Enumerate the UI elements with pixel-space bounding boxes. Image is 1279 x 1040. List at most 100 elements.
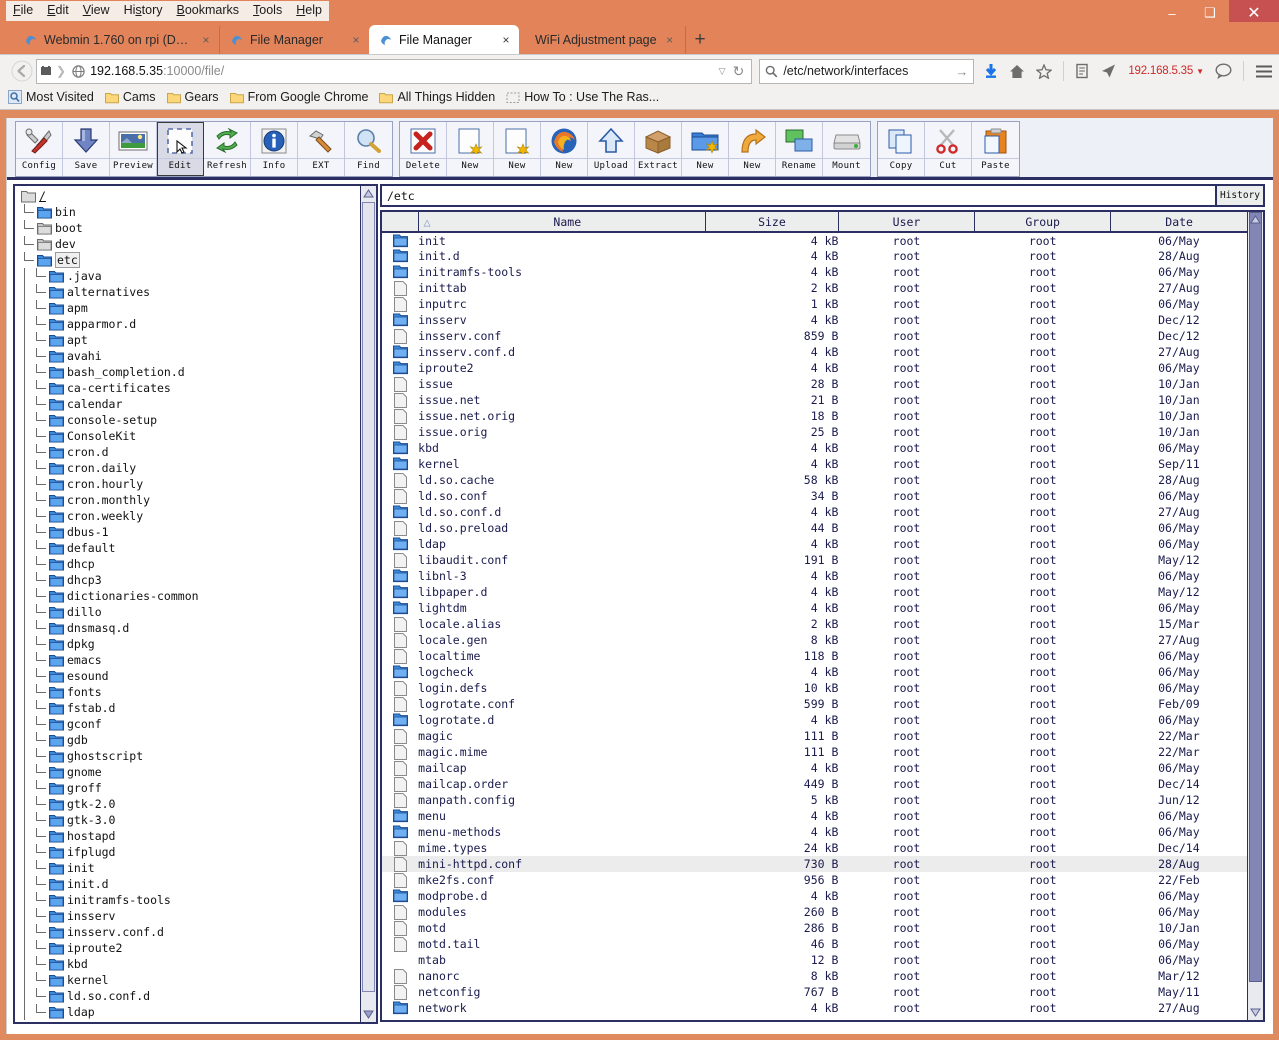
row-name-cell[interactable]: logcheck [418, 664, 705, 680]
table-row[interactable]: issue.net.orig 18 B root root 10/Jan [382, 408, 1247, 424]
row-name-cell[interactable]: manpath.config [418, 792, 705, 808]
table-row[interactable]: init.d 4 kB root root 28/Aug [382, 248, 1247, 264]
scroll-up-arrow-icon[interactable] [1248, 212, 1263, 227]
row-name-cell[interactable]: netconfig [418, 984, 705, 1000]
tree-node-dbus-1[interactable]: dbus-1 [19, 524, 360, 540]
row-name-cell[interactable]: mime.types [418, 840, 705, 856]
site-identity-icon[interactable] [39, 64, 53, 78]
tree-node-init[interactable]: init [19, 860, 360, 876]
row-name-cell[interactable]: inittab [418, 280, 705, 296]
table-row[interactable]: iproute2 4 kB root root 06/May [382, 360, 1247, 376]
row-name-cell[interactable]: logrotate.d [418, 712, 705, 728]
bookmark-gears[interactable]: Gears [166, 90, 219, 104]
rename-button[interactable]: Rename [776, 122, 823, 176]
table-row[interactable]: kbd 4 kB root root 06/May [382, 440, 1247, 456]
table-row[interactable]: localtime 118 B root root 06/May [382, 648, 1247, 664]
tree-node-bash-completion-d[interactable]: bash_completion.d [19, 364, 360, 380]
table-row[interactable]: mini-httpd.conf 730 B root root 28/Aug [382, 856, 1247, 872]
row-name-cell[interactable]: logrotate.conf [418, 696, 705, 712]
table-row[interactable]: ldap 4 kB root root 06/May [382, 536, 1247, 552]
file-list-vertical-scrollbar[interactable] [1247, 212, 1263, 1020]
new-folder-button[interactable]: New [682, 122, 729, 176]
table-row[interactable]: mke2fs.conf 956 B root root 22/Feb [382, 872, 1247, 888]
row-name-cell[interactable]: nanorc [418, 968, 705, 984]
ip-dropdown-caret-icon[interactable]: ▼ [1196, 67, 1204, 76]
row-name-cell[interactable]: localtime [418, 648, 705, 664]
table-row[interactable]: modprobe.d 4 kB root root 06/May [382, 888, 1247, 904]
tree-node-alternatives[interactable]: alternatives [19, 284, 360, 300]
menu-item-tools[interactable]: Tools [246, 1, 290, 21]
column-header-size[interactable]: Size [705, 212, 839, 233]
tree-node-gnome[interactable]: gnome [19, 764, 360, 780]
tree-scrollbar-thumb[interactable] [362, 202, 375, 992]
row-name-cell[interactable]: menu [418, 808, 705, 824]
row-name-cell[interactable]: mini-httpd.conf [418, 856, 705, 872]
tree-node-hostapd[interactable]: hostapd [19, 828, 360, 844]
row-name-cell[interactable]: magic.mime [418, 744, 705, 760]
tree-node-initramfs-tools[interactable]: initramfs-tools [19, 892, 360, 908]
table-row[interactable]: insserv 4 kB root root Dec/12 [382, 312, 1247, 328]
row-name-cell[interactable]: mailcap.order [418, 776, 705, 792]
table-row[interactable]: libaudit.conf 191 B root root May/12 [382, 552, 1247, 568]
tree-node-root[interactable]: / [19, 188, 360, 204]
table-row[interactable]: menu-methods 4 kB root root 06/May [382, 824, 1247, 840]
menu-item-file[interactable]: FFileile [6, 1, 41, 21]
row-name-cell[interactable]: libpaper.d [418, 584, 705, 600]
row-name-cell[interactable]: ld.so.cache [418, 472, 705, 488]
column-header-group[interactable]: Group [974, 212, 1112, 233]
tree-node-ldap[interactable]: ldap [19, 1004, 360, 1020]
row-name-cell[interactable]: ldap [418, 536, 705, 552]
table-row[interactable]: nanorc 8 kB root root Mar/12 [382, 968, 1247, 984]
column-header-user[interactable]: User [838, 212, 976, 233]
delete-button[interactable]: Delete [400, 122, 447, 176]
row-name-cell[interactable]: issue.net [418, 392, 705, 408]
config-button[interactable]: Config [16, 122, 63, 176]
table-row[interactable]: issue.orig 25 B root root 10/Jan [382, 424, 1247, 440]
mount-button[interactable]: Mount [823, 122, 870, 176]
table-row[interactable]: motd 286 B root root 10/Jan [382, 920, 1247, 936]
tree-node-init-d[interactable]: init.d [19, 876, 360, 892]
tab-close-icon[interactable]: × [199, 33, 213, 47]
row-name-cell[interactable]: insserv.conf [418, 328, 705, 344]
search-input-value[interactable]: /etc/network/interfaces [783, 64, 955, 78]
table-row[interactable]: libnl-3 4 kB root root 06/May [382, 568, 1247, 584]
menu-item-edit[interactable]: Edit [40, 1, 76, 21]
tree-node-apt[interactable]: apt [19, 332, 360, 348]
tree-node-ifplugd[interactable]: ifplugd [19, 844, 360, 860]
row-name-cell[interactable]: ld.so.conf.d [418, 504, 705, 520]
tree-node-dhcp3[interactable]: dhcp3 [19, 572, 360, 588]
address-bar[interactable]: ❯ 192.168.5.35 :10000/file/ ▽ ↻ [36, 58, 753, 84]
tree-node-calendar[interactable]: calendar [19, 396, 360, 412]
ext-button[interactable]: EXT [298, 122, 345, 176]
table-row[interactable]: mime.types 24 kB root root Dec/14 [382, 840, 1247, 856]
extract-button[interactable]: Extract [635, 122, 682, 176]
tree-node-ld-so-conf-d[interactable]: ld.so.conf.d [19, 988, 360, 1004]
back-button[interactable] [8, 58, 36, 84]
row-name-cell[interactable]: motd [418, 920, 705, 936]
row-name-cell[interactable]: iproute2 [418, 360, 705, 376]
row-name-cell[interactable]: ld.so.preload [418, 520, 705, 536]
table-row[interactable]: ld.so.conf 34 B root root 06/May [382, 488, 1247, 504]
copy-button[interactable]: Copy [878, 122, 925, 176]
tree-node-cron-monthly[interactable]: cron.monthly [19, 492, 360, 508]
table-row[interactable]: locale.gen 8 kB root root 27/Aug [382, 632, 1247, 648]
row-name-cell[interactable]: mtab [418, 952, 705, 968]
tree-node--java[interactable]: .java [19, 268, 360, 284]
tree-node-dpkg[interactable]: dpkg [19, 636, 360, 652]
table-row[interactable]: inittab 2 kB root root 27/Aug [382, 280, 1247, 296]
menu-item-view[interactable]: View [75, 1, 117, 21]
tree-node-avahi[interactable]: avahi [19, 348, 360, 364]
row-name-cell[interactable]: initramfs-tools [418, 264, 705, 280]
row-name-cell[interactable]: inputrc [418, 296, 705, 312]
table-row[interactable]: lightdm 4 kB root root 06/May [382, 600, 1247, 616]
row-name-cell[interactable]: locale.gen [418, 632, 705, 648]
directory-tree-list[interactable]: / bin boot dev etc .java alternatives apm appar… [15, 186, 360, 1022]
tree-node-kbd[interactable]: kbd [19, 956, 360, 972]
tree-node-kernel[interactable]: kernel [19, 972, 360, 988]
table-row[interactable]: modules 260 B root root 06/May [382, 904, 1247, 920]
tab-close-icon[interactable]: × [663, 33, 677, 47]
tree-node-cron-weekly[interactable]: cron.weekly [19, 508, 360, 524]
save-button[interactable]: Save [63, 122, 110, 176]
row-name-cell[interactable]: kbd [418, 440, 705, 456]
send-paper-plane-icon[interactable] [1100, 63, 1117, 79]
